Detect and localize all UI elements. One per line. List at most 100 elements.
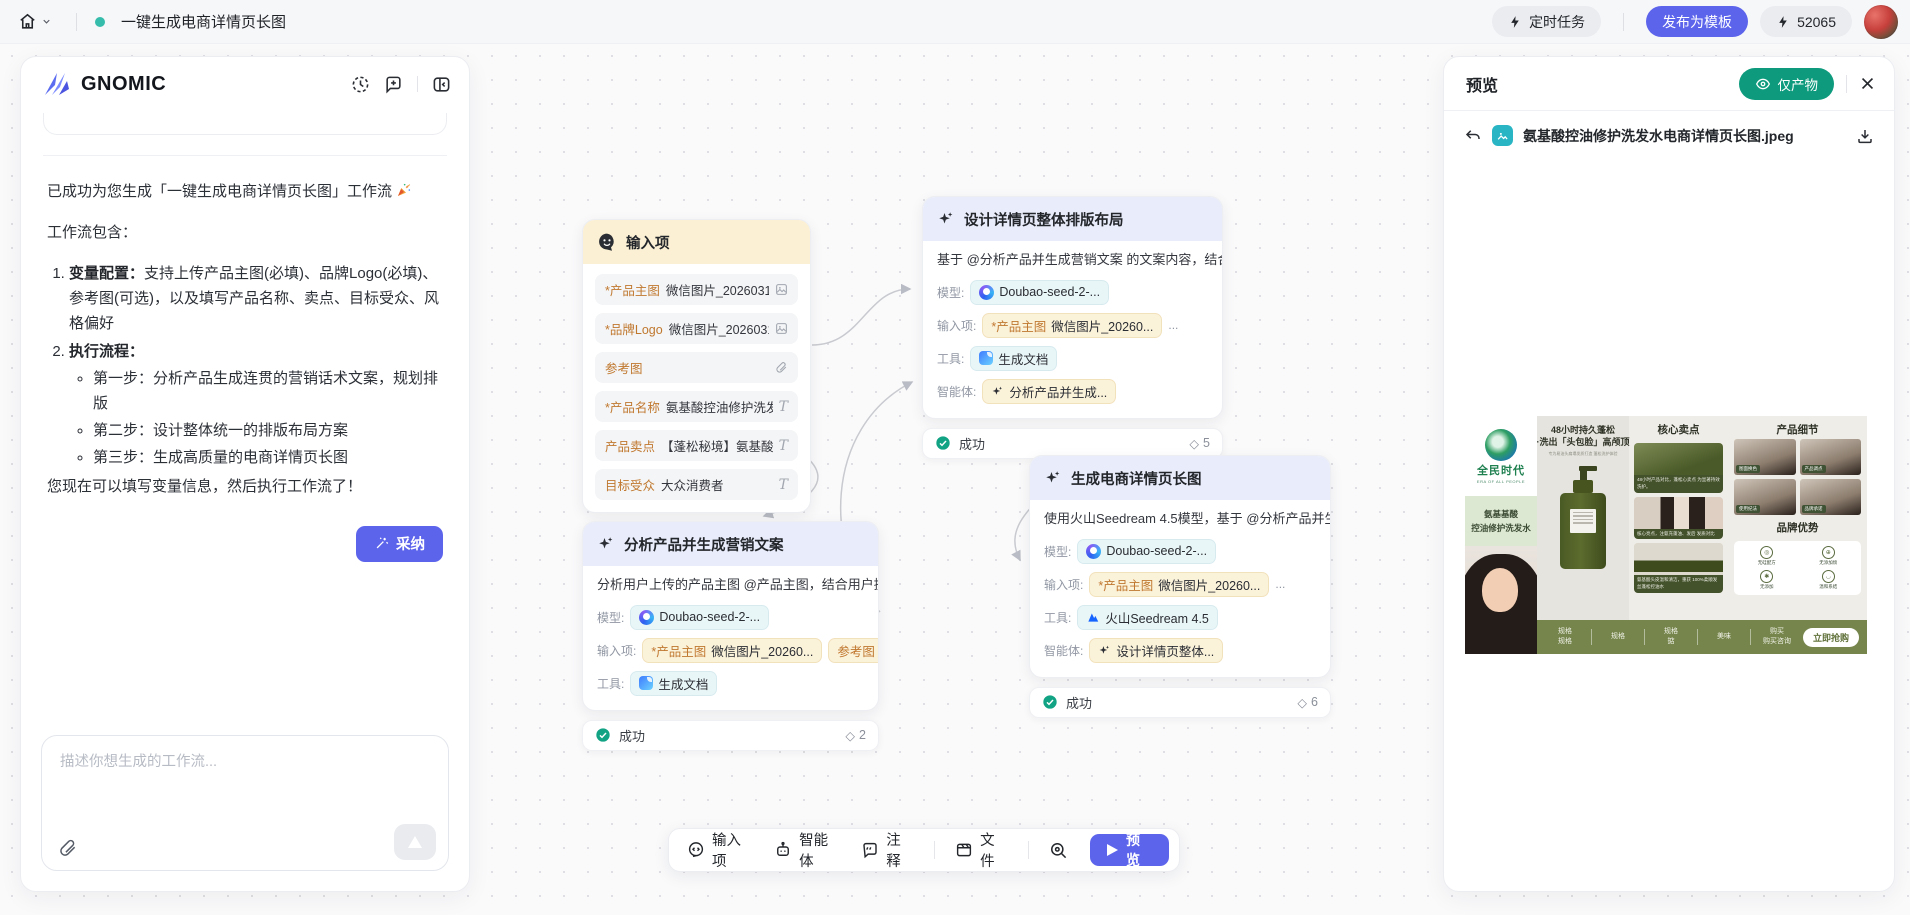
- preview-title: 预览: [1466, 72, 1498, 96]
- artifacts-only-toggle[interactable]: 仅产物: [1739, 68, 1835, 100]
- gnomic-logo-icon: [43, 71, 73, 97]
- scrolled-message-remnant: [43, 113, 447, 135]
- message-paragraph: 已成功为您生成「一键生成电商详情页长图」工作流: [47, 180, 443, 205]
- diamond-icon: ◇: [845, 728, 855, 743]
- input-row-reference-image[interactable]: 参考图: [595, 352, 798, 383]
- art-hero-column: 48小时持久蓬松 ·洗出「头包脸」高颅顶 专为易油头扁塌发质打造 蓬松洗护体验: [1537, 416, 1629, 654]
- credits-button[interactable]: 52065: [1760, 6, 1852, 37]
- art-brand-logo: [1485, 429, 1517, 461]
- divider: [417, 76, 418, 92]
- message-paragraph: 您现在可以填写变量信息，然后执行工作流了！: [47, 475, 443, 500]
- seedream-volcano-icon: [1086, 610, 1100, 624]
- collapse-panel-icon[interactable]: [432, 75, 451, 94]
- art-model-photo: [1465, 546, 1537, 654]
- user-avatar[interactable]: [1864, 5, 1898, 39]
- assistant-panel: GNOMIC 已成功为您生成「一键生成电商详情页长图」工作流 工作流包: [20, 56, 470, 892]
- analyze-copy-card[interactable]: 分析产品并生成营销文案 分析用户上传的产品主图 @产品主图，结合用户提供... …: [582, 521, 879, 711]
- attachment-icon[interactable]: [58, 838, 78, 858]
- tool-chip[interactable]: 生成文档: [630, 671, 717, 696]
- node-description: 分析用户上传的产品主图 @产品主图，结合用户提供...: [597, 576, 864, 595]
- image-icon: [775, 283, 788, 296]
- assistant-message-area: 已成功为您生成「一键生成电商详情页长图」工作流 工作流包含： 变量配置：支持上传…: [21, 111, 469, 500]
- node-status-bar[interactable]: 成功 ◇2: [582, 720, 879, 751]
- zoom-search-icon[interactable]: [1049, 841, 1068, 860]
- new-chat-icon[interactable]: [384, 75, 403, 94]
- download-icon[interactable]: [1856, 127, 1874, 145]
- comment-icon: [861, 841, 879, 859]
- chat-bubble-icon: [687, 841, 705, 859]
- design-layout-card[interactable]: 设计详情页整体排版布局 基于 @分析产品并生成营销文案 的文案内容，结合产...…: [922, 196, 1223, 419]
- art-sell-card: 核心亮点，注氨充蓬油、发后 发质对比: [1634, 497, 1723, 540]
- artifact-file-row: 氨基酸控油修护洗发水电商详情页长图.jpeg: [1444, 111, 1894, 146]
- node-status-bar[interactable]: 成功 ◇6: [1029, 687, 1331, 718]
- model-chip[interactable]: Doubao-seed-2-...: [1077, 539, 1216, 564]
- agent-chip[interactable]: 设计详情页整体...: [1089, 638, 1223, 663]
- toolbar-comments-button[interactable]: 注释: [861, 829, 914, 871]
- artifact-image[interactable]: 全民时代 ERA OF ALL PEOPLE 氨基基酸 控油修护洗发水 48小时…: [1465, 416, 1867, 654]
- artifact-filename[interactable]: 氨基酸控油修护洗发水电商详情页长图.jpeg: [1523, 126, 1846, 146]
- node-analyze-copy: 分析产品并生成营销文案 分析用户上传的产品主图 @产品主图，结合用户提供... …: [582, 521, 879, 751]
- success-check-icon: [1042, 694, 1058, 710]
- credits-count: 52065: [1797, 14, 1836, 30]
- art-detail-photo: 图面换色: [1734, 439, 1796, 475]
- input-chip[interactable]: *产品主图微信图片_20260...: [982, 313, 1162, 338]
- model-chip[interactable]: Doubao-seed-2-...: [970, 280, 1109, 305]
- input-chip-reference[interactable]: 参考图: [828, 638, 879, 663]
- generate-doc-icon: [639, 676, 653, 690]
- input-row-selling-points[interactable]: 产品卖点 【蓬松秘境】氨基酸... T: [595, 430, 798, 461]
- generate-image-card[interactable]: 生成电商详情页长图 使用火山Seedream 4.5模型，基于 @分析产品并生成…: [1029, 455, 1331, 678]
- art-bottle: [1560, 466, 1606, 569]
- send-button[interactable]: [394, 824, 436, 860]
- list-item: 第一步：分析产品生成连贯的营销话术文案，规划排版: [93, 367, 443, 417]
- art-sell-card: 48小时产品对比，蓬松心卖点 为显著持效洗护。: [1634, 443, 1723, 493]
- doubao-icon: [1086, 544, 1101, 559]
- status-text: 成功: [619, 726, 645, 745]
- toolbar-files-button[interactable]: 文件: [955, 829, 1008, 871]
- home-button[interactable]: [12, 8, 58, 35]
- diamond-icon: ◇: [1297, 695, 1307, 710]
- status-text: 成功: [959, 434, 985, 453]
- node-description: 使用火山Seedream 4.5模型，基于 @分析产品并生成...: [1044, 510, 1316, 529]
- prompt-composer: [41, 735, 449, 871]
- input-row-product-image[interactable]: *产品主图 微信图片_20260319...: [595, 274, 798, 305]
- node-inputs: 输入项 *产品主图 微信图片_20260319... *品牌Logo 微信图片_…: [582, 219, 811, 513]
- preview-panel: 预览 仅产物 氨基酸控油修护洗发水电商详情页长图.jpeg: [1443, 56, 1895, 892]
- success-check-icon: [595, 727, 611, 743]
- node-design-layout: 设计详情页整体排版布局 基于 @分析产品并生成营销文案 的文案内容，结合产...…: [922, 196, 1223, 459]
- tool-chip[interactable]: 生成文档: [970, 346, 1057, 371]
- toolbar-inputs-button[interactable]: 输入项: [687, 829, 754, 871]
- input-row-target-audience[interactable]: 目标受众 大众消费者 T: [595, 469, 798, 500]
- inputs-card[interactable]: 输入项 *产品主图 微信图片_20260319... *品牌Logo 微信图片_…: [582, 219, 811, 513]
- art-product-name: 氨基基酸 控油修护洗发水: [1465, 496, 1537, 546]
- play-icon: [1106, 844, 1118, 856]
- art-detail-photo: 品牌承诺: [1800, 479, 1862, 515]
- text-icon: T: [779, 477, 788, 493]
- app-window: 一键生成电商详情页长图 定时任务 发布为模板 52065: [0, 0, 1910, 915]
- input-row-product-name[interactable]: *产品名称 氨基酸控油修护洗发... T: [595, 391, 798, 422]
- list-item: 第三步：生成高质量的电商详情页长图: [93, 446, 443, 471]
- input-chip[interactable]: *产品主图微信图片_20260...: [1089, 572, 1269, 597]
- adopt-button[interactable]: 采纳: [356, 526, 443, 562]
- toolbar-agents-button[interactable]: 智能体: [774, 829, 841, 871]
- publish-template-button[interactable]: 发布为模板: [1646, 6, 1748, 37]
- run-preview-button[interactable]: 预览: [1090, 834, 1169, 866]
- tool-chip[interactable]: 火山Seedream 4.5: [1077, 605, 1218, 630]
- cost-badge: ◇5: [1189, 436, 1210, 451]
- divider: [76, 13, 77, 31]
- agent-chip[interactable]: 分析产品并生成...: [982, 379, 1116, 404]
- node-title: 分析产品并生成营销文案: [624, 534, 784, 555]
- scheduled-task-button[interactable]: 定时任务: [1492, 6, 1601, 37]
- sparkle-icon: [991, 385, 1004, 398]
- close-icon[interactable]: [1859, 75, 1876, 92]
- send-icon: [408, 836, 422, 848]
- history-icon[interactable]: [351, 75, 370, 94]
- input-row-brand-logo[interactable]: *品牌Logo 微信图片_20260319...: [595, 313, 798, 344]
- robot-icon: [774, 841, 792, 859]
- folder-icon: [955, 841, 973, 859]
- model-chip[interactable]: Doubao-seed-2-...: [630, 605, 769, 630]
- input-chip[interactable]: *产品主图微信图片_20260...: [642, 638, 822, 663]
- cost-badge: ◇6: [1297, 695, 1318, 710]
- back-icon[interactable]: [1464, 127, 1482, 145]
- prompt-input[interactable]: [60, 750, 432, 818]
- bolt-icon: [1776, 15, 1790, 29]
